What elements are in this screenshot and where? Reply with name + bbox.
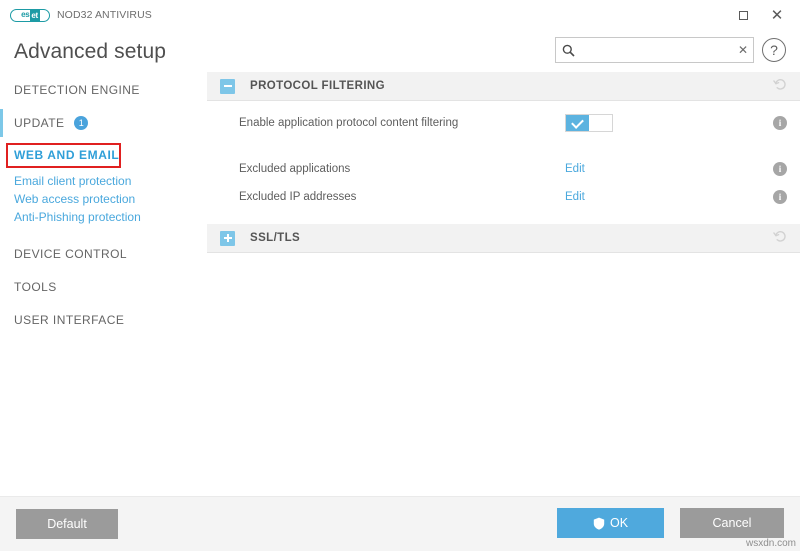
sidebar-item-label: DETECTION ENGINE xyxy=(14,83,140,97)
sidebar-item-label: TOOLS xyxy=(14,280,57,294)
edit-excluded-applications-link[interactable]: Edit xyxy=(565,163,585,175)
section-header-protocol-filtering[interactable]: PROTOCOL FILTERING xyxy=(207,72,800,101)
page-title: Advanced setup xyxy=(14,40,167,63)
product-name: NOD32 ANTIVIRUS xyxy=(57,9,152,21)
sidebar-subitem-label: Email client protection xyxy=(14,174,132,188)
window-controls: ✕ xyxy=(728,0,792,30)
info-icon[interactable]: i xyxy=(773,116,787,130)
checkmark-icon xyxy=(571,115,585,129)
sidebar-subnav: Email client protection Web access prote… xyxy=(0,172,207,226)
search-input[interactable] xyxy=(578,40,733,60)
advanced-setup-window: es et NOD32 ANTIVIRUS ✕ Advanced setup ✕ … xyxy=(0,0,800,551)
sidebar-item-detection-engine[interactable]: DETECTION ENGINE xyxy=(0,80,207,100)
search-box[interactable]: ✕ xyxy=(555,37,754,63)
section-title: SSL/TLS xyxy=(250,232,301,244)
sidebar-item-label: WEB AND EMAIL xyxy=(14,148,120,162)
maximize-icon xyxy=(738,10,748,20)
toggle-on-half xyxy=(566,115,590,131)
content-panel: PROTOCOL FILTERING Enable application pr… xyxy=(207,72,800,497)
sidebar-item-device-control[interactable]: DEVICE CONTROL xyxy=(0,244,207,264)
setting-label: Excluded IP addresses xyxy=(239,191,357,203)
update-badge: 1 xyxy=(74,116,89,130)
sidebar-item-label: DEVICE CONTROL xyxy=(14,247,127,261)
search-clear-icon[interactable]: ✕ xyxy=(733,43,753,57)
enable-protocol-filtering-toggle[interactable] xyxy=(565,114,613,132)
section-title: PROTOCOL FILTERING xyxy=(250,80,385,92)
shield-icon xyxy=(593,517,605,530)
eset-logo-text-b: et xyxy=(30,9,40,21)
close-icon: ✕ xyxy=(770,6,784,24)
sidebar-item-label: USER INTERFACE xyxy=(14,313,125,327)
sidebar-subitem-label: Anti-Phishing protection xyxy=(14,210,141,224)
close-button[interactable]: ✕ xyxy=(762,2,792,28)
footer-bar: Default OK Cancel wsxdn.com xyxy=(0,496,800,551)
cancel-button[interactable]: Cancel xyxy=(680,508,784,538)
expand-plus-icon[interactable] xyxy=(220,230,235,246)
setting-label: Excluded applications xyxy=(239,163,351,175)
sidebar-item-label: UPDATE xyxy=(14,116,65,130)
maximize-button[interactable] xyxy=(728,2,758,28)
setting-row-excluded-applications: Excluded applications Edit i xyxy=(207,155,800,183)
search-icon xyxy=(558,44,578,57)
info-icon[interactable]: i xyxy=(773,162,787,176)
setting-row-excluded-ip-addresses: Excluded IP addresses Edit i xyxy=(207,183,800,211)
sidebar: DETECTION ENGINE UPDATE 1 WEB AND EMAIL … xyxy=(0,72,207,497)
collapse-minus-icon[interactable] xyxy=(220,78,235,94)
eset-logo-icon: es et xyxy=(10,8,50,22)
sidebar-item-web-and-email[interactable]: WEB AND EMAIL xyxy=(0,145,207,165)
sidebar-subitem-label: Web access protection xyxy=(14,192,136,206)
default-button[interactable]: Default xyxy=(16,509,118,539)
section-header-ssl-tls[interactable]: SSL/TLS xyxy=(207,224,800,253)
setting-label: Enable application protocol content filt… xyxy=(239,117,459,129)
sidebar-item-user-interface[interactable]: USER INTERFACE xyxy=(0,310,207,330)
revert-icon[interactable] xyxy=(773,230,786,248)
ok-button-label: OK xyxy=(609,516,629,530)
watermark: wsxdn.com xyxy=(745,538,796,549)
revert-icon[interactable] xyxy=(773,78,786,96)
sidebar-item-tools[interactable]: TOOLS xyxy=(0,277,207,297)
title-bar: es et NOD32 ANTIVIRUS ✕ xyxy=(0,0,800,30)
edit-excluded-ip-addresses-link[interactable]: Edit xyxy=(565,191,585,203)
info-icon[interactable]: i xyxy=(773,190,787,204)
toggle-off-half xyxy=(589,115,612,131)
help-button[interactable]: ? xyxy=(762,38,786,62)
ok-button[interactable]: OK xyxy=(557,508,664,538)
sidebar-item-email-client-protection[interactable]: Email client protection xyxy=(0,172,207,190)
sidebar-item-anti-phishing-protection[interactable]: Anti-Phishing protection xyxy=(0,208,207,226)
sidebar-item-update[interactable]: UPDATE 1 xyxy=(0,109,207,137)
brand: es et NOD32 ANTIVIRUS xyxy=(10,8,152,22)
eset-logo-text-a: es xyxy=(21,10,30,19)
row-spacer xyxy=(207,137,800,155)
sidebar-item-web-access-protection[interactable]: Web access protection xyxy=(0,190,207,208)
setting-row-enable-protocol-filtering: Enable application protocol content filt… xyxy=(207,109,800,137)
